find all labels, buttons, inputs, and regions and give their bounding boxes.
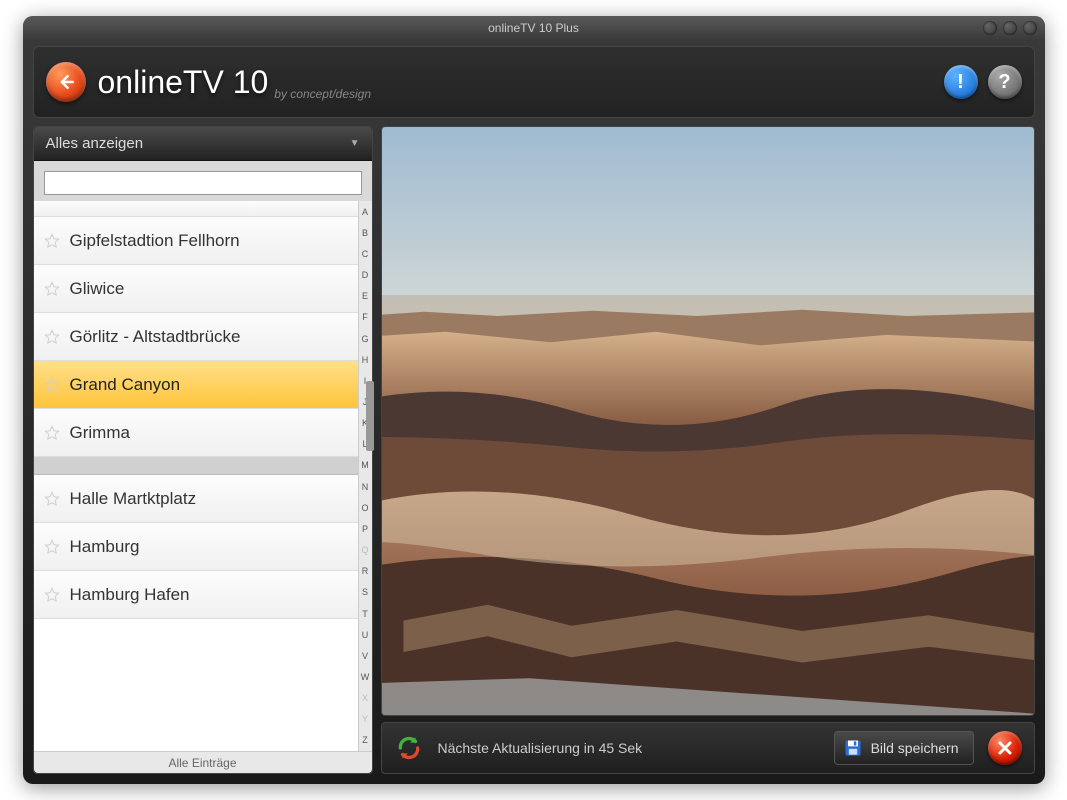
star-icon[interactable]: [44, 233, 60, 249]
list-item-label: Halle Martktplatz: [70, 489, 197, 509]
search-container: [34, 161, 372, 201]
list-item-label: Grimma: [70, 423, 130, 443]
list-item[interactable]: Hamburg: [34, 523, 358, 571]
close-preview-button[interactable]: [988, 731, 1022, 765]
list-item[interactable]: Halle Martktplatz: [34, 475, 358, 523]
list-item-label: Hamburg: [70, 537, 140, 557]
list-spacer: [34, 201, 358, 217]
filter-dropdown[interactable]: Alles anzeigen ▼: [34, 127, 372, 161]
refresh-button[interactable]: [394, 733, 424, 763]
controls-bar: Nächste Aktualisierung in 45 Sek Bild sp…: [381, 722, 1035, 774]
sidebar: Alles anzeigen ▼ Gipfelstadtion Fellhorn…: [33, 126, 373, 774]
list-item[interactable]: Grimma: [34, 409, 358, 457]
alpha-letter[interactable]: P: [359, 518, 372, 539]
alpha-letter[interactable]: V: [359, 645, 372, 666]
help-button[interactable]: ?: [988, 65, 1022, 99]
exclamation-icon: !: [957, 71, 964, 94]
alpha-letter[interactable]: F: [359, 307, 372, 328]
list-item-label: Gipfelstadtion Fellhorn: [70, 231, 240, 251]
chevron-down-icon: ▼: [350, 138, 360, 149]
save-button-label: Bild speichern: [871, 740, 959, 756]
alpha-letter[interactable]: D: [359, 264, 372, 285]
floppy-icon: [843, 738, 863, 758]
header-bar: onlineTV 10 by concept/design ! ?: [33, 46, 1035, 118]
star-icon[interactable]: [44, 377, 60, 393]
alpha-letter[interactable]: S: [359, 582, 372, 603]
alpha-letter[interactable]: U: [359, 624, 372, 645]
window-title: onlineTV 10 Plus: [488, 21, 579, 35]
search-input[interactable]: [44, 171, 362, 195]
dropdown-label: Alles anzeigen: [46, 135, 144, 152]
star-icon[interactable]: [44, 539, 60, 555]
back-button[interactable]: [46, 62, 86, 102]
alpha-letter[interactable]: M: [359, 455, 372, 476]
list-item[interactable]: Hamburg Hafen: [34, 571, 358, 619]
grand-canyon-image: [382, 127, 1034, 715]
app-subtitle: by concept/design: [274, 87, 371, 101]
save-image-button[interactable]: Bild speichern: [834, 731, 974, 765]
alpha-letter[interactable]: C: [359, 243, 372, 264]
titlebar-controls: [983, 21, 1037, 35]
list-item[interactable]: Grand Canyon: [34, 361, 358, 409]
close-window-button[interactable]: [1023, 21, 1037, 35]
status-text: Nächste Aktualisierung in 45 Sek: [438, 740, 643, 756]
close-icon: [997, 740, 1013, 756]
list-item-label: Gliwice: [70, 279, 125, 299]
refresh-icon: [396, 735, 422, 761]
alpha-index[interactable]: ABCDEFGHIJKLMNOPQRSTUVWXYZ: [358, 201, 372, 751]
alpha-letter[interactable]: T: [359, 603, 372, 624]
alpha-letter[interactable]: R: [359, 561, 372, 582]
list-separator: [34, 457, 358, 475]
titlebar: onlineTV 10 Plus: [23, 16, 1045, 40]
alpha-letter[interactable]: B: [359, 222, 372, 243]
list-item[interactable]: Gliwice: [34, 265, 358, 313]
minimize-button[interactable]: [983, 21, 997, 35]
all-entries-link[interactable]: Alle Einträge: [34, 751, 372, 773]
list-item-label: Grand Canyon: [70, 375, 181, 395]
app-title: onlineTV 10: [98, 64, 269, 101]
app-window: onlineTV 10 Plus onlineTV 10 by concept/…: [23, 16, 1045, 784]
alpha-letter[interactable]: E: [359, 286, 372, 307]
alpha-letter[interactable]: N: [359, 476, 372, 497]
list-item-label: Hamburg Hafen: [70, 585, 190, 605]
alpha-letter[interactable]: G: [359, 328, 372, 349]
star-icon[interactable]: [44, 425, 60, 441]
alpha-letter[interactable]: H: [359, 349, 372, 370]
question-icon: ?: [998, 71, 1010, 94]
arrow-left-icon: [56, 72, 76, 92]
alpha-letter[interactable]: W: [359, 666, 372, 687]
maximize-button[interactable]: [1003, 21, 1017, 35]
main-panel: Nächste Aktualisierung in 45 Sek Bild sp…: [381, 126, 1035, 774]
channel-list[interactable]: Gipfelstadtion Fellhorn Gliwice Görlitz - …: [34, 201, 358, 751]
alpha-letter[interactable]: X: [359, 688, 372, 709]
scrollbar-thumb[interactable]: [366, 381, 374, 451]
list-item-label: Görlitz - Altstadtbrücke: [70, 327, 241, 347]
alpha-letter[interactable]: Y: [359, 709, 372, 730]
list-item[interactable]: Görlitz - Altstadtbrücke: [34, 313, 358, 361]
video-preview[interactable]: [381, 126, 1035, 716]
star-icon[interactable]: [44, 491, 60, 507]
alpha-letter[interactable]: Q: [359, 540, 372, 561]
alpha-letter[interactable]: Z: [359, 730, 372, 751]
star-icon[interactable]: [44, 587, 60, 603]
star-icon[interactable]: [44, 281, 60, 297]
alpha-letter[interactable]: O: [359, 497, 372, 518]
list-item[interactable]: Gipfelstadtion Fellhorn: [34, 217, 358, 265]
star-icon[interactable]: [44, 329, 60, 345]
alpha-letter[interactable]: A: [359, 201, 372, 222]
info-button[interactable]: !: [944, 65, 978, 99]
